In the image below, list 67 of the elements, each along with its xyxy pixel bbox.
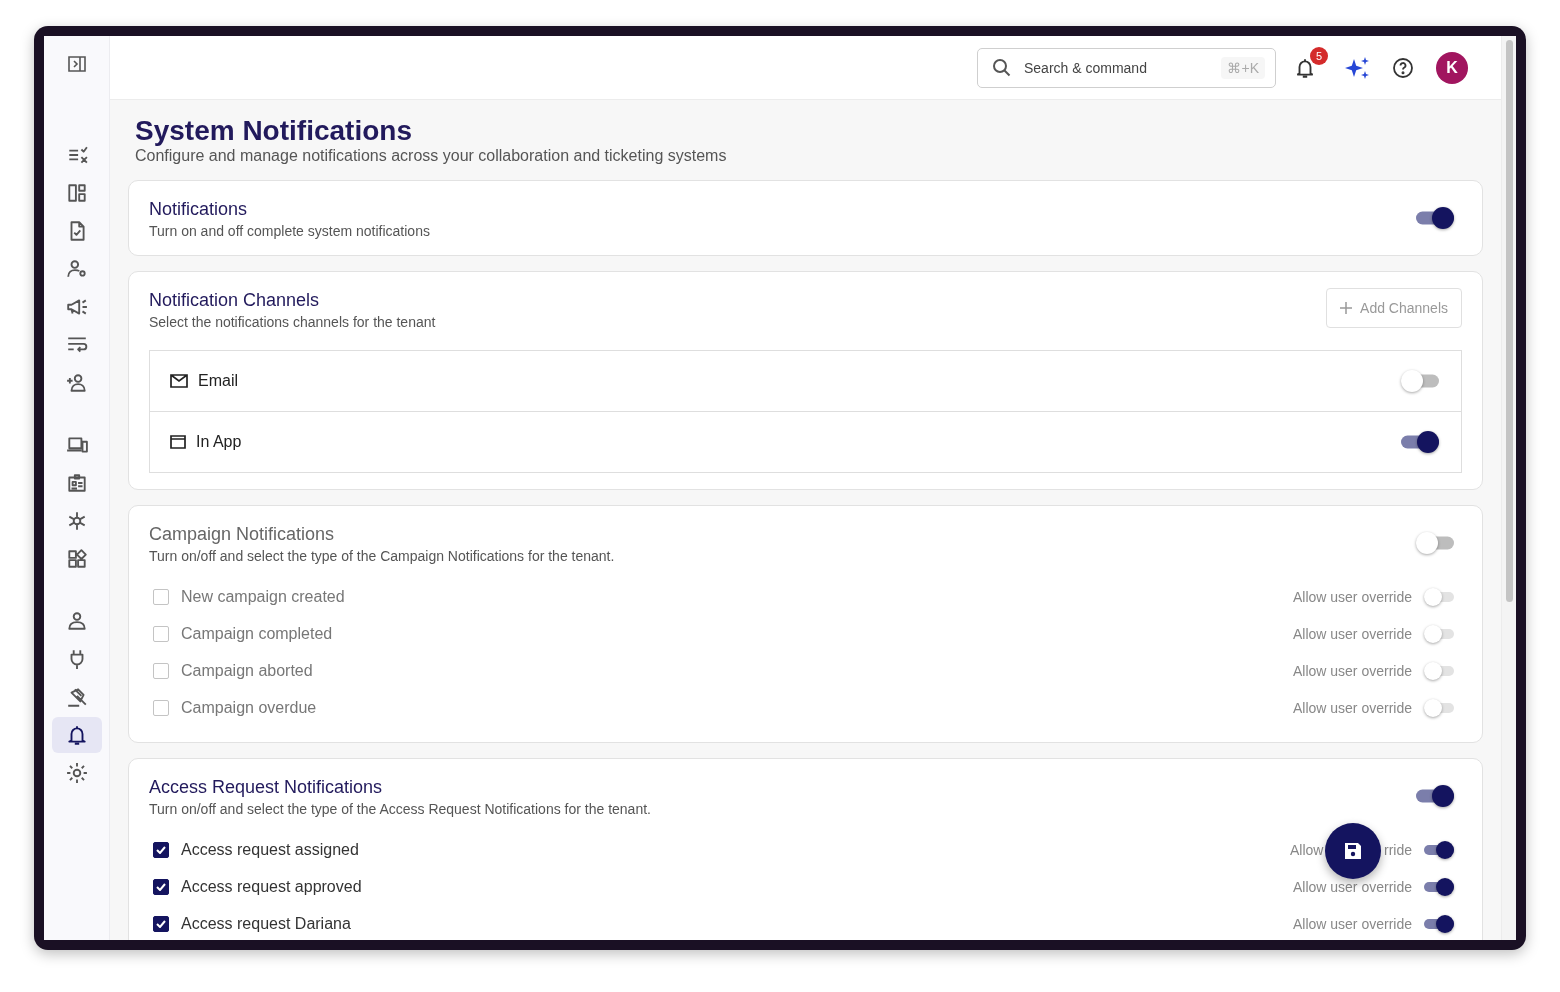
toggle-switch[interactable] (1424, 877, 1454, 896)
toggle-switch[interactable] (1424, 698, 1454, 717)
scrollbar[interactable] (1501, 36, 1516, 940)
shortcut-hint: ⌘+K (1221, 56, 1265, 79)
card-title: Access Request Notifications (149, 776, 384, 799)
override-label: Allow user override (1292, 878, 1412, 895)
card-description: Turn on and off complete system notifications (149, 223, 430, 239)
toggle-switch[interactable] (1424, 587, 1454, 606)
notification-type-label: Campaign aborted (181, 661, 314, 680)
window-icon (170, 435, 186, 449)
layout-icon (65, 182, 88, 204)
toggle-switch[interactable] (1416, 785, 1454, 807)
override-label: Allow user override (1292, 915, 1412, 932)
panel-toggle-icon (66, 54, 87, 74)
channel-name: In App (196, 433, 243, 451)
page-title: System Notifications (135, 114, 413, 148)
checkbox[interactable] (153, 878, 169, 895)
card-title: Notification Channels (149, 289, 321, 312)
notification-type-label: Access request approved (181, 877, 363, 896)
notification-type-label: New campaign created (181, 587, 346, 606)
notification-type-label: Campaign completed (181, 624, 334, 643)
notifications-button[interactable]: 5 (1292, 46, 1328, 83)
notification-type-label: Access request assigned (181, 840, 360, 859)
sidebar-item[interactable] (51, 717, 102, 753)
toggle-switch[interactable] (1416, 532, 1454, 554)
toggle-switch[interactable] (1424, 840, 1454, 859)
envelope-icon (170, 374, 188, 388)
user-avatar[interactable]: K (1436, 51, 1468, 84)
checkmark-icon (156, 882, 166, 891)
search-field[interactable]: Search & command (1022, 58, 1212, 77)
page-subtitle: Configure and manage notifications across your collaboration and ticketing systems (135, 146, 728, 166)
override-label: Allow user override (1292, 625, 1412, 642)
notification-badge: 5 (1310, 46, 1328, 65)
checkmark-icon (156, 845, 166, 854)
add-channels-button[interactable]: Add Channels (1326, 288, 1462, 328)
add-user-icon (65, 372, 88, 394)
override-label: Allow user override (1292, 588, 1412, 605)
toggle-switch[interactable] (1416, 207, 1454, 229)
override-label: Allow (1290, 841, 1324, 858)
notification-type-label: Access request Dariana (181, 914, 352, 933)
toggle-switch[interactable] (1424, 661, 1454, 680)
checkbox[interactable] (153, 915, 169, 932)
help-icon (1392, 56, 1414, 79)
checkbox[interactable] (153, 841, 169, 858)
toggle-switch[interactable] (1424, 914, 1454, 933)
override-label: rride (1384, 841, 1412, 858)
toggle-switch[interactable] (1401, 370, 1439, 392)
toggle-switch[interactable] (1401, 431, 1439, 453)
search-icon (992, 57, 1012, 78)
id-card-icon (65, 472, 88, 494)
card-description: Turn on/off and select the type of the Access Request Notifications for the tenant. (149, 801, 651, 817)
bell-icon (1294, 56, 1316, 79)
override-label: Allow user override (1292, 699, 1412, 716)
plus-icon (1340, 302, 1353, 314)
user-icon (65, 610, 88, 632)
widgets-icon (65, 548, 88, 570)
devices-icon (65, 434, 88, 456)
card-title: Notifications (149, 198, 249, 221)
toggle-switch[interactable] (1424, 624, 1454, 643)
card-description: Select the notifications channels for the tenant (149, 314, 436, 330)
checkmark-icon (156, 919, 166, 928)
bell-icon (65, 724, 88, 746)
card-description: Turn on/off and select the type of the Campaign Notifications for the tenant. (149, 548, 615, 564)
channel-name: Email (198, 372, 239, 390)
card-title: Campaign Notifications (149, 523, 336, 546)
override-label: Allow user override (1292, 662, 1412, 679)
notification-type-label: Campaign overdue (181, 698, 318, 717)
